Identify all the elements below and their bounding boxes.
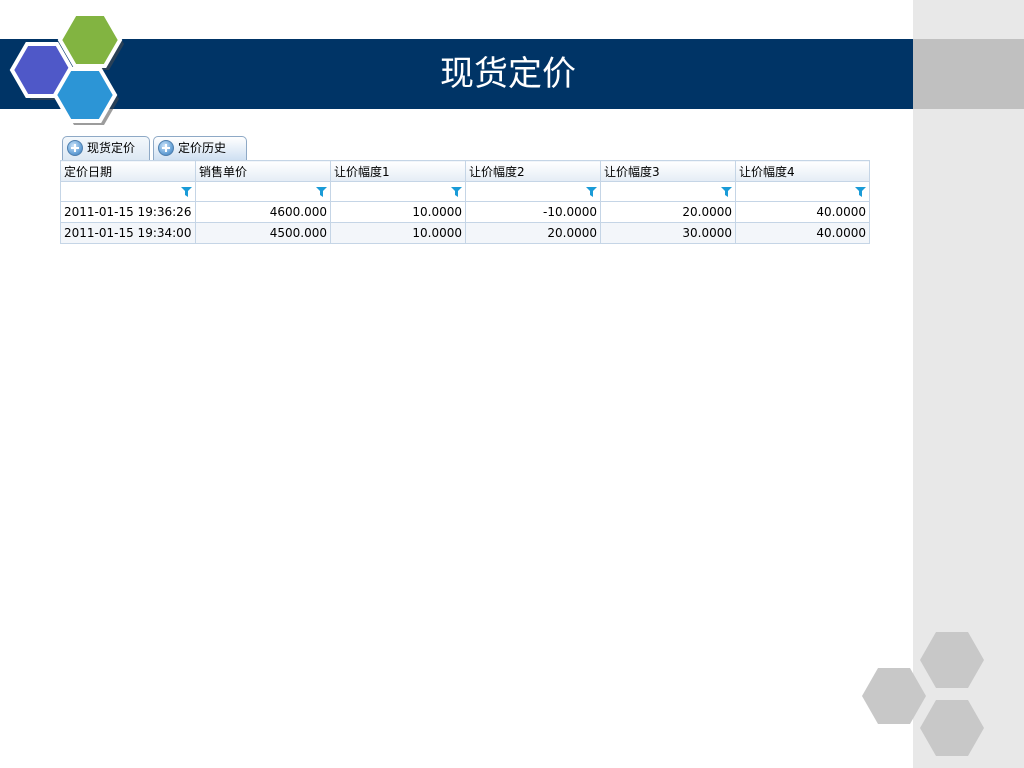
discount-2-cell: -10.0000: [465, 201, 601, 223]
column-header[interactable]: 销售单价: [195, 160, 331, 182]
tab-pricing-history[interactable]: 定价历史: [153, 136, 247, 160]
date-cell: 2011-01-15 19:36:26: [60, 201, 196, 223]
column-header[interactable]: 让价幅度3: [600, 160, 736, 182]
unit-price-cell: 4600.000: [195, 201, 331, 223]
filter-cell[interactable]: [735, 181, 870, 202]
filter-icon[interactable]: [855, 187, 866, 197]
unit-price-cell: 4500.000: [195, 222, 331, 244]
tab-spot-pricing[interactable]: 现货定价: [62, 136, 150, 160]
filter-cell[interactable]: [600, 181, 736, 202]
filter-icon[interactable]: [181, 187, 192, 197]
tab-label: 现货定价: [87, 141, 136, 155]
page-title: 现货定价: [440, 54, 576, 94]
filter-icon[interactable]: [586, 187, 597, 197]
filter-cell[interactable]: [330, 181, 466, 202]
discount-3-cell: 20.0000: [600, 201, 736, 223]
discount-4-cell: 40.0000: [735, 222, 870, 244]
hexagon-logo: [9, 12, 124, 125]
filter-row: [60, 181, 870, 202]
column-header[interactable]: 定价日期: [60, 160, 196, 182]
tab-label: 定价历史: [178, 141, 227, 155]
snowflake-icon: [158, 140, 174, 156]
snowflake-icon: [67, 140, 83, 156]
column-header[interactable]: 让价幅度1: [330, 160, 466, 182]
filter-cell[interactable]: [195, 181, 331, 202]
decorative-hexagons: [862, 632, 984, 756]
discount-4-cell: 40.0000: [735, 201, 870, 223]
filter-icon[interactable]: [316, 187, 327, 197]
date-cell: 2011-01-15 19:34:00: [60, 222, 196, 244]
discount-1-cell: 10.0000: [330, 222, 466, 244]
filter-icon[interactable]: [721, 187, 732, 197]
table-row[interactable]: 2011-01-15 19:34:00 4500.000 10.0000 20.…: [60, 222, 870, 244]
filter-icon[interactable]: [451, 187, 462, 197]
discount-3-cell: 30.0000: [600, 222, 736, 244]
discount-2-cell: 20.0000: [465, 222, 601, 244]
filter-cell[interactable]: [60, 181, 196, 202]
pricing-table: 定价日期 销售单价 让价幅度1 让价幅度2 让价幅度3 让价幅度4 2011-0…: [60, 160, 870, 244]
filter-cell[interactable]: [465, 181, 601, 202]
column-header[interactable]: 让价幅度4: [735, 160, 870, 182]
discount-1-cell: 10.0000: [330, 201, 466, 223]
table-row[interactable]: 2011-01-15 19:36:26 4600.000 10.0000 -10…: [60, 201, 870, 223]
header-row: 定价日期 销售单价 让价幅度1 让价幅度2 让价幅度3 让价幅度4: [60, 160, 870, 182]
column-header[interactable]: 让价幅度2: [465, 160, 601, 182]
